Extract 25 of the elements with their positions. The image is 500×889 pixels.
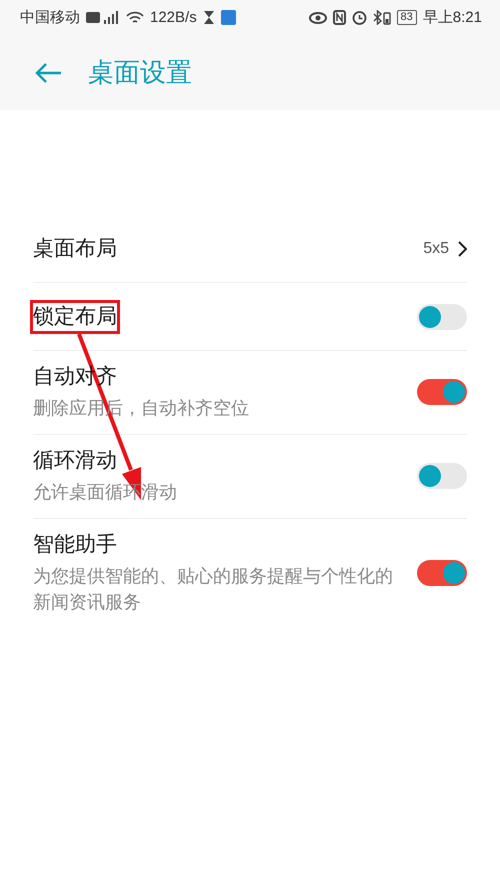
alarm-icon: [352, 10, 367, 25]
clock: 早上8:21: [422, 8, 482, 27]
setting-title: 锁定布局: [30, 300, 120, 334]
hourglass-icon: [202, 10, 215, 25]
toggle-switch[interactable]: [417, 560, 467, 586]
battery-level: 83: [396, 10, 417, 25]
setting-title: 循环滑动: [32, 448, 118, 474]
eye-icon: [308, 11, 327, 24]
setting-title: 智能助手: [32, 532, 118, 558]
app-icon: [220, 10, 236, 25]
chevron-icon: [457, 241, 467, 257]
bluetooth-icon: [372, 10, 391, 25]
setting-description: 为您提供智能的、贴心的服务提醒与个性化的新闻资讯服务: [33, 565, 394, 614]
setting-title: 桌面布局: [32, 236, 118, 262]
toggle-switch[interactable]: [417, 463, 467, 489]
toggle-switch[interactable]: [417, 379, 467, 405]
page-title: 桌面设置: [88, 56, 192, 89]
carrier-name: 中国移动: [20, 8, 80, 27]
nfc-icon: [332, 10, 346, 25]
network-speed: 122B/s: [150, 9, 197, 26]
back-icon[interactable]: [34, 62, 62, 84]
toggle-switch[interactable]: [417, 304, 467, 330]
signal-icon: [86, 10, 120, 24]
setting-value: 5x5: [423, 240, 449, 258]
wifi-icon: [126, 10, 144, 24]
